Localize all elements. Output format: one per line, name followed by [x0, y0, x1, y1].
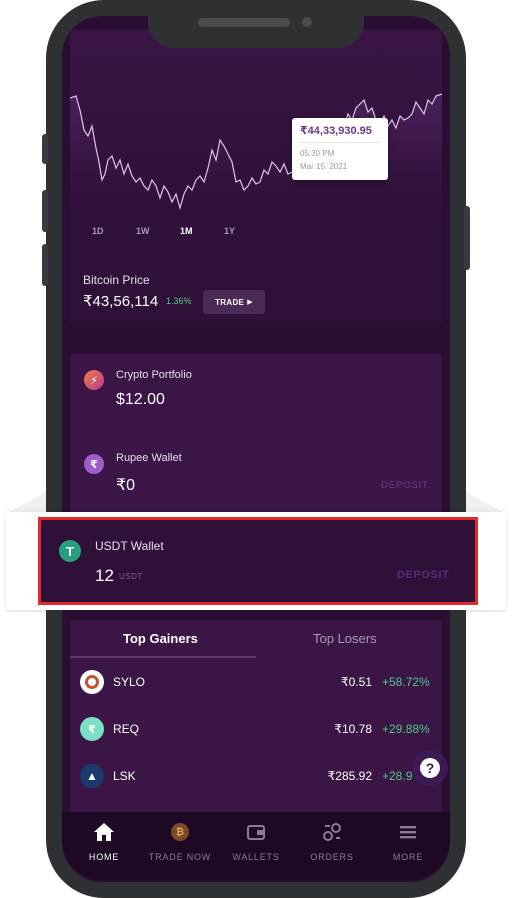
market-movers-card: Top Gainers Top Losers SYLO ₹0.51 +58.72…: [70, 620, 442, 820]
trade-button[interactable]: TRADE ▶: [203, 290, 265, 314]
wallet-icon: [218, 820, 294, 844]
bitcoin-icon: ₿: [142, 820, 218, 844]
nav-orders[interactable]: ORDERS: [294, 820, 370, 862]
home-icon: [66, 820, 142, 844]
tooltip-divider: [300, 142, 380, 143]
bitcoin-price-value: ₹43,56,114: [83, 293, 159, 310]
nav-trade-now[interactable]: ₿ TRADE NOW: [142, 820, 218, 862]
rupee-deposit-button[interactable]: DEPOSIT: [381, 480, 428, 491]
camera: [302, 17, 312, 27]
coin-change: +58.72%: [382, 675, 430, 689]
usdt-wallet-amount: 12: [95, 566, 114, 585]
lsk-icon: ▲: [80, 764, 104, 788]
crypto-portfolio-amount: $12.00: [116, 391, 165, 408]
tooltip-price: ₹44,33,930.95: [300, 125, 372, 137]
lightning-icon: ⚡: [84, 370, 104, 390]
coin-symbol: SYLO: [113, 675, 146, 689]
nav-label: WALLETS: [232, 852, 280, 862]
nav-home[interactable]: HOME: [66, 820, 142, 862]
list-item[interactable]: SYLO ₹0.51 +58.72%: [70, 663, 442, 703]
tab-top-losers[interactable]: Top Losers: [313, 631, 377, 646]
side-button: [42, 190, 48, 232]
timeframe-1d[interactable]: 1D: [92, 226, 136, 236]
price-tooltip: ₹44,33,930.95 05:30 PM Mar 15, 2021: [292, 118, 388, 180]
speaker: [198, 18, 290, 27]
trade-button-label: TRADE: [215, 297, 245, 307]
rupee-wallet-amount: ₹0: [116, 477, 136, 494]
usdt-unit: USDT: [119, 572, 143, 581]
usdt-wallet-card[interactable]: T USDT Wallet 12 USDT DEPOSIT: [38, 517, 478, 605]
tab-top-gainers[interactable]: Top Gainers: [123, 631, 198, 646]
coin-price: ₹0.51: [341, 675, 372, 689]
tooltip-date: Mar 15, 2021: [300, 162, 348, 171]
timeframe-1w[interactable]: 1W: [136, 226, 180, 236]
menu-icon: [370, 820, 446, 844]
list-item[interactable]: ₹ REQ ₹10.78 +29.88%: [70, 710, 442, 750]
bitcoin-price-label: Bitcoin Price: [83, 273, 150, 287]
question-icon: ?: [420, 758, 440, 778]
tether-icon: T: [59, 540, 81, 562]
req-icon: ₹: [80, 717, 104, 741]
nav-more[interactable]: MORE: [370, 820, 446, 862]
side-button: [42, 244, 48, 286]
usdt-deposit-button[interactable]: DEPOSIT: [397, 569, 450, 581]
crypto-portfolio-title: Crypto Portfolio: [116, 369, 192, 381]
timeframe-1m[interactable]: 1M: [180, 226, 224, 236]
help-button[interactable]: ?: [412, 750, 448, 786]
bottom-nav: HOME ₿ TRADE NOW WALLETS ORDERS MORE: [62, 812, 450, 880]
orders-icon: [294, 820, 370, 844]
timeframe-selector: 1D 1W 1M 1Y: [92, 226, 268, 236]
nav-label: HOME: [88, 852, 120, 862]
play-arrow-icon: ▶: [247, 299, 253, 306]
coin-symbol: REQ: [113, 722, 140, 736]
side-button: [464, 206, 470, 270]
bitcoin-chart-card: ₹44,33,930.95 05:30 PM Mar 15, 2021 1D 1…: [70, 30, 442, 326]
usdt-wallet-title: USDT Wallet: [95, 539, 164, 553]
coin-change: +29.88%: [382, 722, 430, 736]
sylo-icon: [80, 670, 104, 694]
coin-price: ₹285.92: [327, 769, 372, 783]
nav-label: ORDERS: [310, 852, 354, 862]
coin-symbol: LSK: [113, 769, 136, 783]
tooltip-time: 05:30 PM: [300, 149, 335, 158]
active-tab-underline: [70, 656, 256, 658]
timeframe-1y[interactable]: 1Y: [224, 226, 268, 236]
bitcoin-price-change: 1.36%: [166, 296, 192, 306]
side-button: [42, 134, 48, 164]
nav-wallets[interactable]: WALLETS: [218, 820, 294, 862]
coin-price: ₹10.78: [334, 722, 372, 736]
nav-label: MORE: [392, 852, 424, 862]
rupee-wallet-title: Rupee Wallet: [116, 452, 182, 464]
rupee-icon: ₹: [84, 454, 104, 474]
coin-change: +28.9: [382, 769, 413, 783]
nav-label: TRADE NOW: [148, 852, 212, 862]
phone-notch: [148, 0, 364, 48]
list-item[interactable]: ▲ LSK ₹285.92 +28.9: [70, 757, 442, 797]
